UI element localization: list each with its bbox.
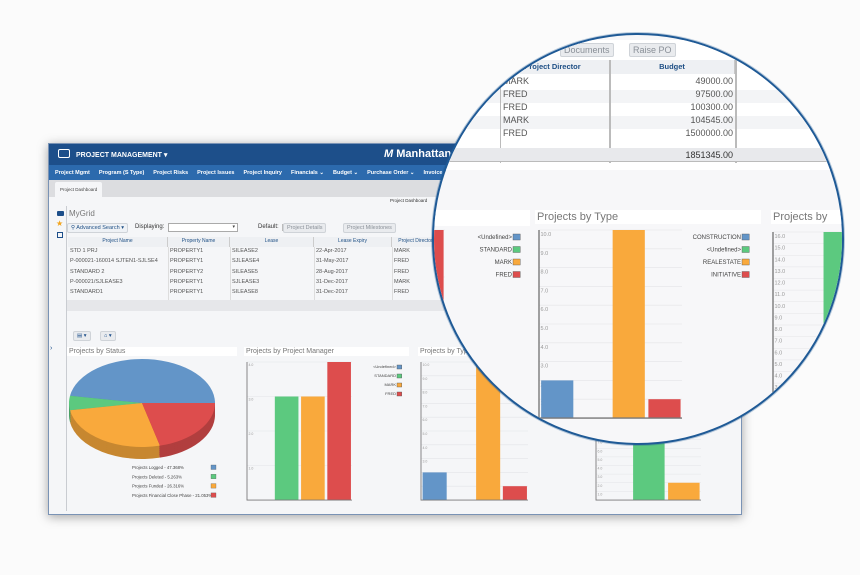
legend-swatch [396,364,403,370]
y-tick-label: 11.0 [775,292,785,298]
y-tick-label: 8.0 [775,327,783,333]
y-tick-label: 10.0 [541,232,552,238]
y-tick-label: 6.0 [775,350,783,356]
y-tick-label: 3.0 [249,398,254,402]
legend-label: CONSTRUCTION [693,235,741,241]
legend-swatch [512,258,521,266]
legend-swatch [512,233,521,241]
y-tick-label: 14.0 [775,257,786,263]
legend-swatch [741,233,750,241]
y-tick-label: 15.0 [775,246,786,252]
legend-label: REALESTATE [703,260,741,266]
y-tick-label: 7.0 [423,404,428,408]
pie-legend-swatch [210,492,217,498]
magnified-charts: 1.0 2.0 3.0 4.0 <Undefined> STANDARD MARK FRED 1… [432,229,844,419]
bar-mark[interactable] [301,396,325,501]
y-tick-label: 9.0 [541,251,549,257]
y-tick-label: 3.0 [423,460,428,464]
pie-legend-label: Projects Funded - 26.316% [132,484,184,489]
y-tick-label: 2.0 [249,432,254,436]
pie-legend-swatch [210,474,217,479]
y-tick-label: 12.0 [775,281,786,287]
bar-construction[interactable] [422,472,447,500]
y-tick-label: 3.0 [598,475,603,479]
legend-label: FRED [496,272,513,278]
bar-construction[interactable] [541,380,574,418]
bar-initiative[interactable] [648,399,681,418]
y-tick-label: 13.0 [775,269,786,275]
legend-label: STANDARD [479,247,512,253]
pie-legend-swatch [210,464,217,470]
y-tick-label: 10.0 [775,304,786,310]
y-tick-label: 5.0 [775,362,783,368]
y-tick-label: 5.0 [423,432,428,436]
legend-swatch [741,246,750,253]
legend-label: FRED [385,391,396,396]
legend-swatch [396,391,403,397]
y-tick-label: 6.0 [598,449,603,453]
y-tick-label: 9.0 [775,315,783,321]
y-tick-label: 4.0 [775,374,783,380]
bar-standard[interactable] [274,396,299,501]
y-tick-label: 2.0 [598,484,603,488]
y-tick-label: 7.0 [775,339,783,345]
bar-fred[interactable] [327,362,351,500]
bar-initiative[interactable] [502,486,527,500]
y-tick-label: 4.0 [598,467,603,471]
y-tick-label: 4.0 [541,345,549,351]
legend-label: <Undefined> [373,364,397,369]
y-tick-label: 6.0 [423,418,428,422]
legend-swatch [512,271,521,278]
y-tick-label: 6.0 [541,307,549,313]
pie-legend-swatch [210,483,217,489]
legend-label: INITIATIVE [711,272,741,278]
y-tick-label: 8.0 [541,270,549,276]
legend-swatch [741,271,750,278]
y-tick-label: 5.0 [541,326,549,332]
y-tick-label: 1.0 [249,467,254,471]
y-tick-label: 2.0 [775,397,783,403]
legend-label: STANDARD [374,373,396,378]
pie-legend-label: Projects Deleted - 5.263% [132,474,182,479]
legend-label: MARK [495,260,512,266]
legend-swatch [396,382,403,388]
bar-series-1[interactable] [823,232,844,418]
legend-label: MARK [384,382,396,387]
y-tick-label: 10.0 [423,363,430,367]
y-tick-label: 4.0 [423,446,428,450]
y-tick-label: 5.0 [598,458,603,462]
pie-legend-label: Projects Financial Close Phase - 21.053% [132,493,212,498]
pie-slice[interactable] [69,359,215,403]
legend-swatch [741,258,750,266]
y-tick-label: 9.0 [423,377,428,381]
magnifier-lens: Documents Raise PO Project Director Budg… [432,33,844,445]
y-tick-label: 3.0 [541,364,549,370]
y-tick-label: 3.0 [775,385,783,391]
y-tick-label: 1.0 [598,492,603,496]
bar-realestate[interactable] [612,230,645,418]
legend-label: <Undefined> [478,235,513,241]
legend-swatch [512,246,521,253]
y-tick-label: 7.0 [541,288,549,294]
pie-legend-label: Projects Logged - 47.368% [132,465,184,470]
legend-label: <Undefined> [707,247,742,253]
y-tick-label: 4.0 [249,363,254,367]
y-tick-label: 16.0 [775,234,786,240]
bar-fred[interactable] [432,230,444,418]
y-tick-label: 1.0 [775,408,783,414]
bar-series-2[interactable] [668,482,700,500]
legend-swatch [396,373,403,379]
y-tick-label: 8.0 [423,391,428,395]
